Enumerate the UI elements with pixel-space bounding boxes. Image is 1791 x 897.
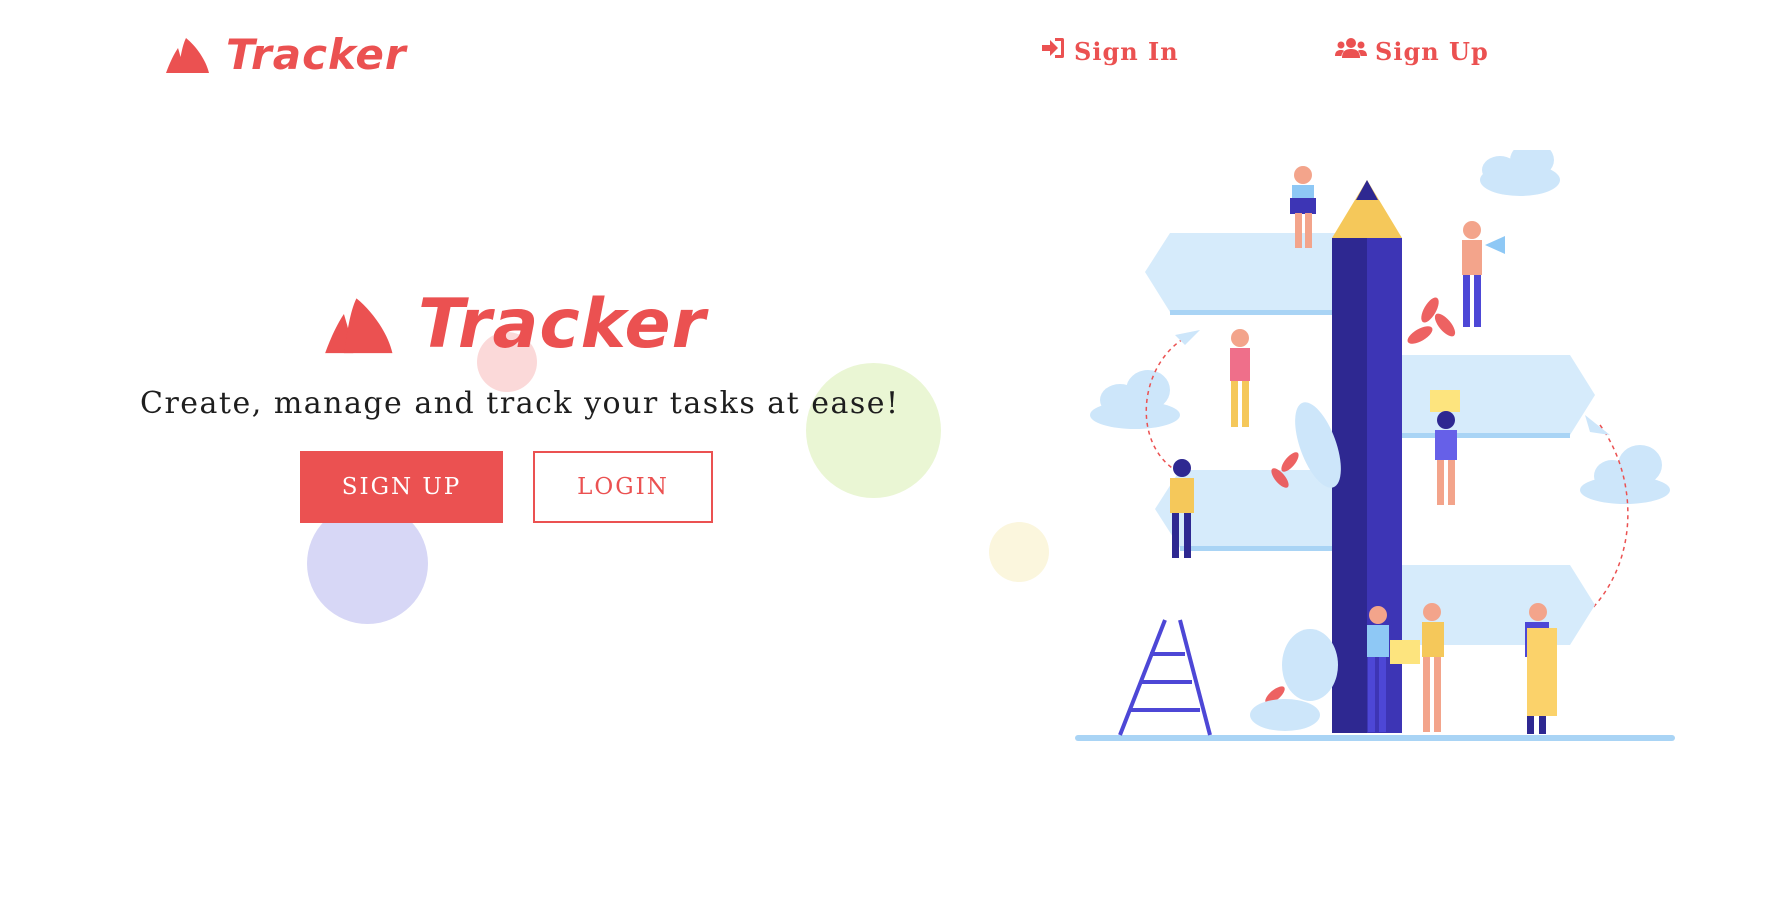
hero-brand-name: Tracker <box>418 285 707 364</box>
login-button[interactable]: LOGIN <box>533 451 713 523</box>
sign-up-button[interactable]: SIGN UP <box>300 451 503 523</box>
hero-tagline: Create, manage and track your tasks at e… <box>140 386 900 421</box>
nav-sign-up-label: Sign Up <box>1375 36 1489 66</box>
nav-sign-in-label: Sign In <box>1074 36 1179 66</box>
nav-sign-in-link[interactable]: Sign In <box>1040 36 1179 66</box>
sign-in-icon <box>1040 36 1074 66</box>
nav-sign-up-link[interactable]: Sign Up <box>1335 36 1489 66</box>
hero-illustration <box>1060 142 1680 754</box>
users-icon <box>1335 36 1375 66</box>
hero-logo: Tracker <box>322 285 706 364</box>
decorative-circle <box>989 522 1049 582</box>
shark-fin-logo-icon <box>322 295 394 355</box>
nav-logo[interactable]: Tracker <box>164 30 407 79</box>
shark-fin-logo-icon <box>164 36 210 74</box>
decorative-circle <box>806 363 941 498</box>
brand-name: Tracker <box>226 30 407 79</box>
